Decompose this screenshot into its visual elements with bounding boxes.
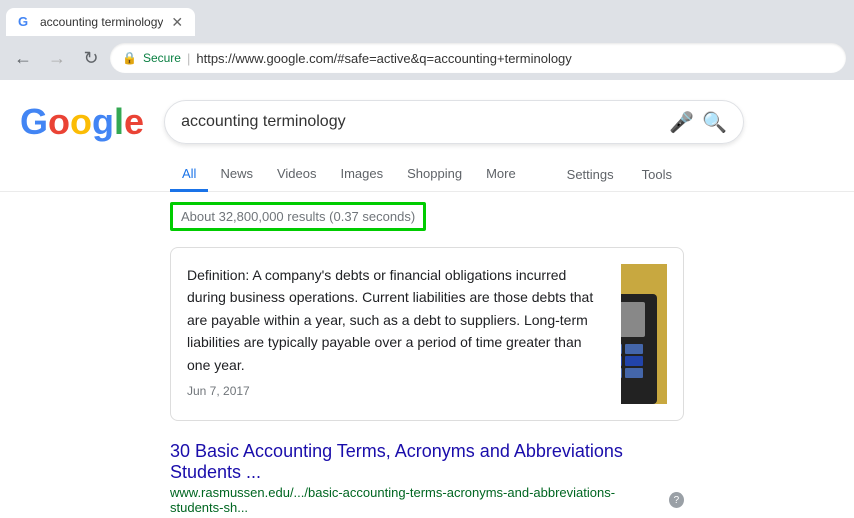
secure-label: Secure	[143, 51, 181, 65]
search-icon[interactable]: 🔍	[702, 110, 727, 135]
logo-o1: o	[48, 101, 70, 142]
snippet-definition: Definition: A company's debts or financi…	[187, 264, 605, 376]
results-area: About 32,800,000 results (0.37 seconds) …	[0, 192, 854, 518]
results-count: About 32,800,000 results (0.37 seconds)	[170, 202, 426, 231]
search-box-wrapper: 🎤 🔍	[164, 100, 744, 144]
tab-close-button[interactable]: ✕	[171, 14, 183, 31]
tab-shopping[interactable]: Shopping	[395, 158, 474, 192]
settings-link[interactable]: Settings	[555, 159, 626, 190]
tab-favicon: G	[18, 14, 34, 30]
lock-icon: 🔒	[122, 51, 137, 65]
address-bar: ← → ↻ 🔒 Secure | https://www.google.com/…	[0, 36, 854, 80]
calc-btn	[625, 356, 643, 366]
google-header: Google 🎤 🔍	[0, 80, 854, 144]
snippet-date: Jun 7, 2017	[187, 384, 605, 398]
tab-title: accounting terminology	[40, 15, 163, 29]
tab-news[interactable]: News	[208, 158, 265, 192]
google-logo: Google	[20, 101, 144, 143]
logo-g2: g	[92, 101, 114, 142]
calculator-image	[621, 264, 667, 404]
page-content: Google 🎤 🔍 All News Videos Images Shoppi…	[0, 80, 854, 518]
browser-tab[interactable]: G accounting terminology ✕	[6, 8, 195, 36]
search-tabs: All News Videos Images Shopping More Set…	[0, 148, 854, 192]
logo-o2: o	[70, 101, 92, 142]
logo-g: G	[20, 101, 48, 142]
tab-all[interactable]: All	[170, 158, 208, 192]
reload-button[interactable]: ↻	[76, 43, 106, 73]
tab-videos[interactable]: Videos	[265, 158, 329, 192]
search-input[interactable]	[181, 113, 661, 131]
forward-button[interactable]: →	[42, 43, 72, 73]
calc-btn	[625, 344, 643, 354]
search-box: 🎤 🔍	[164, 100, 744, 144]
help-icon[interactable]: ?	[669, 492, 684, 508]
featured-snippet: Definition: A company's debts or financi…	[170, 247, 684, 421]
snippet-content: Definition: A company's debts or financi…	[187, 264, 605, 404]
back-button[interactable]: ←	[8, 43, 38, 73]
calc-screen	[621, 302, 645, 337]
search-result-1: 30 Basic Accounting Terms, Acronyms and …	[170, 441, 684, 515]
calc-body	[621, 294, 657, 404]
url-text: https://www.google.com/#safe=active&q=ac…	[196, 51, 571, 66]
result-url-text: www.rasmussen.edu/.../basic-accounting-t…	[170, 485, 663, 515]
logo-e: e	[124, 101, 144, 142]
tools-link[interactable]: Tools	[630, 159, 684, 190]
calc-buttons	[621, 344, 645, 378]
search-tabs-right: Settings Tools	[555, 159, 684, 190]
tab-images[interactable]: Images	[328, 158, 395, 192]
calc-btn	[625, 368, 643, 378]
tab-more[interactable]: More	[474, 158, 528, 192]
url-bar[interactable]: 🔒 Secure | https://www.google.com/#safe=…	[110, 43, 846, 73]
result-title-1[interactable]: 30 Basic Accounting Terms, Acronyms and …	[170, 441, 684, 483]
result-url-1: www.rasmussen.edu/.../basic-accounting-t…	[170, 485, 684, 515]
microphone-icon[interactable]: 🎤	[669, 110, 694, 135]
logo-l: l	[114, 101, 124, 142]
search-icons: 🎤 🔍	[669, 110, 727, 135]
url-divider: |	[187, 51, 190, 66]
